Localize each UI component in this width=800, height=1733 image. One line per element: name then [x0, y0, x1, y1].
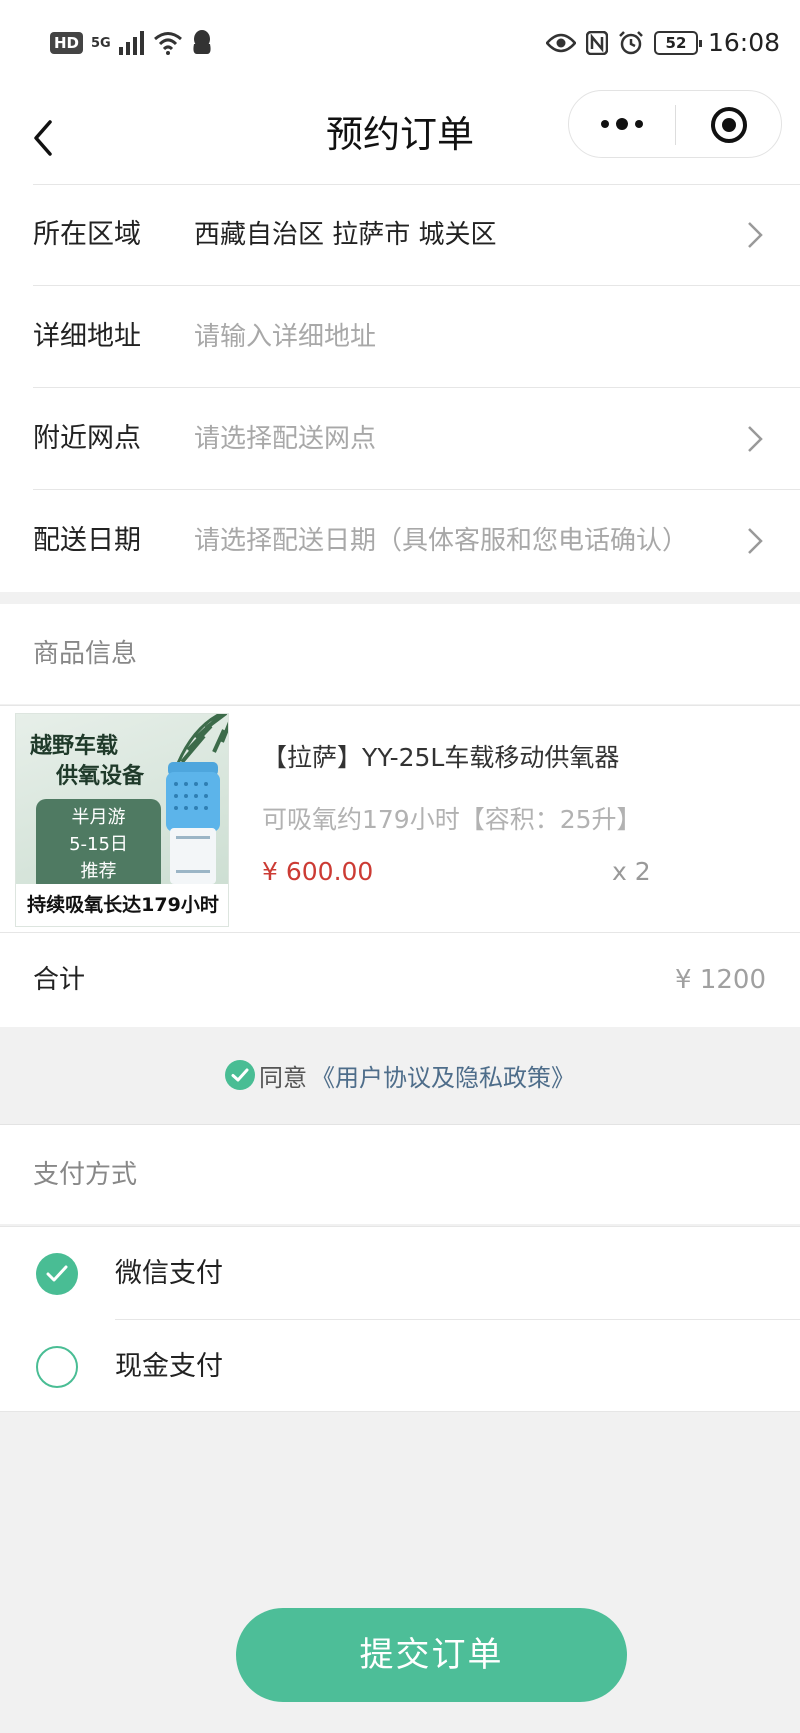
product-image-line1: 越野车载: [30, 734, 119, 759]
agreement: 同意 《用户协议及隐私政策》: [0, 1027, 800, 1123]
order-total: 合计 ¥ 1200: [0, 932, 800, 1027]
wifi-icon: [153, 32, 182, 55]
status-right: 52 16:08: [545, 28, 780, 57]
badge-line2: 5-15日: [69, 834, 128, 855]
product-quantity: x 2: [612, 857, 651, 886]
product-description: 可吸氧约179小时【容积：25升】: [262, 805, 642, 834]
agreement-link[interactable]: 《用户协议及隐私政策》: [311, 1058, 575, 1093]
payment-option-label: 微信支付: [115, 1258, 223, 1289]
radio-checked-icon[interactable]: [36, 1253, 78, 1295]
hd-icon: HD: [50, 32, 84, 54]
total-label: 合计: [33, 965, 86, 995]
product-image-line2: 供氧设备: [56, 764, 145, 789]
date-row[interactable]: 配送日期 请选择配送日期（具体客服和您电话确认）: [0, 490, 800, 592]
date-label: 配送日期: [33, 525, 141, 556]
chevron-right-icon: [748, 222, 763, 248]
goods-section-title: 商品信息: [33, 639, 138, 669]
signal-icon: [118, 31, 144, 55]
badge-line3: 推荐: [80, 861, 117, 882]
qq-icon: [193, 30, 211, 54]
network-type: 5G: [91, 35, 111, 51]
submit-order-button[interactable]: 提交订单: [236, 1608, 627, 1702]
capsule-divider: [675, 105, 676, 145]
agreement-prefix: 同意: [259, 1063, 307, 1092]
outlet-label: 附近网点: [33, 423, 141, 454]
battery-icon: 52: [653, 30, 702, 55]
region-label: 所在区域: [33, 219, 141, 250]
alarm-icon: [619, 30, 643, 54]
goods-section-header: 商品信息: [0, 604, 800, 704]
status-bar: HD 5G 52 16:08: [0, 0, 800, 90]
more-icon[interactable]: [599, 111, 645, 137]
oxygen-device-icon: [166, 762, 220, 884]
payment-option-wechat[interactable]: 微信支付: [0, 1227, 800, 1320]
chevron-right-icon: [748, 528, 763, 554]
goods-item: 越野车载 供氧设备 半月游 5-15日 推荐 持续吸氧长达179小时 【拉萨】Y…: [0, 705, 800, 932]
outlet-select[interactable]: 请选择配送网点: [194, 388, 376, 490]
chevron-right-icon: [748, 426, 763, 452]
radio-unchecked-icon[interactable]: [36, 1346, 78, 1388]
address-label: 详细地址: [33, 321, 141, 352]
miniprogram-capsule: [568, 90, 782, 158]
delivery-form: 所在区域 西藏自治区 拉萨市 城关区 详细地址 请输入详细地址 附近网点 请选择…: [0, 184, 800, 592]
product-image-footer: 持续吸氧长达179小时: [16, 884, 228, 926]
status-left: HD 5G: [50, 30, 213, 56]
address-input[interactable]: 请输入详细地址: [194, 286, 376, 388]
close-miniprogram-icon[interactable]: [709, 105, 749, 145]
check-circle-icon[interactable]: [225, 1060, 255, 1090]
eye-icon: [545, 33, 576, 52]
product-image-headline: 越野车载 供氧设备: [30, 732, 144, 792]
outlet-row[interactable]: 附近网点 请选择配送网点: [0, 388, 800, 490]
badge-line1: 半月游: [71, 807, 126, 828]
product-price: ¥ 600.00: [262, 857, 374, 886]
product-image: 越野车载 供氧设备 半月游 5-15日 推荐 持续吸氧长达179小时: [15, 713, 229, 927]
product-name: 【拉萨】YY-25L车载移动供氧器: [262, 743, 620, 772]
address-row[interactable]: 详细地址 请输入详细地址: [0, 286, 800, 388]
payment-section-header: 支付方式: [0, 1124, 800, 1224]
product-image-badge: 半月游 5-15日 推荐: [36, 799, 161, 893]
nfc-icon: [585, 30, 608, 55]
payment-options: 微信支付 现金支付: [0, 1226, 800, 1412]
payment-section-title: 支付方式: [33, 1160, 138, 1190]
region-row[interactable]: 所在区域 西藏自治区 拉萨市 城关区: [0, 184, 800, 286]
payment-option-label: 现金支付: [115, 1351, 223, 1382]
clock: 16:08: [707, 28, 780, 57]
region-value[interactable]: 西藏自治区 拉萨市 城关区: [194, 184, 497, 286]
nav-bar: 预约订单: [0, 90, 800, 185]
total-value: ¥ 1200: [675, 965, 766, 995]
date-select[interactable]: 请选择配送日期（具体客服和您电话确认）: [194, 490, 688, 592]
payment-option-cash[interactable]: 现金支付: [0, 1320, 800, 1413]
